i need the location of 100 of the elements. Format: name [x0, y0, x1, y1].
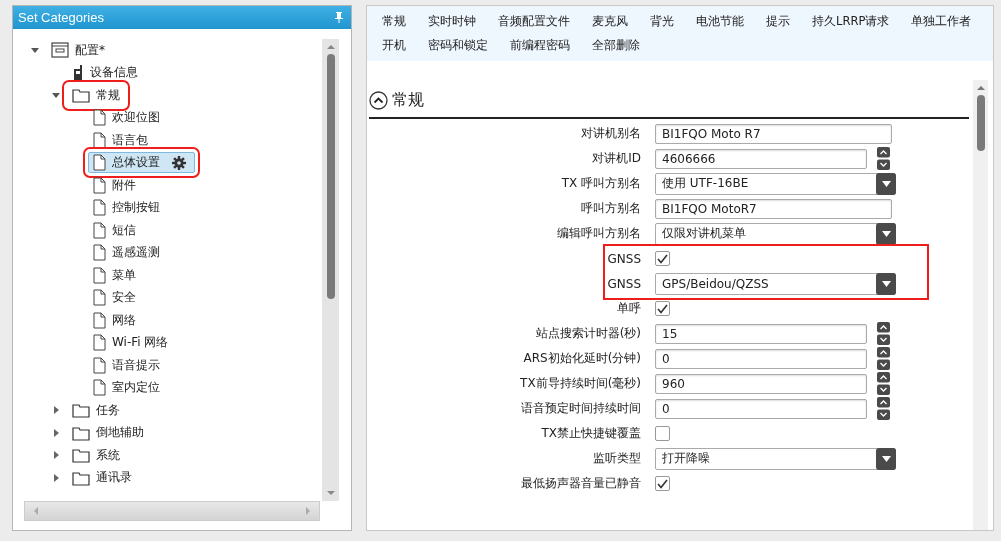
scroll-thumb[interactable] — [976, 95, 985, 151]
field-label: 最低扬声器音量已静音 — [520, 475, 642, 492]
dropdown[interactable]: GPS/Beidou/QZSS — [655, 272, 896, 295]
section-title: 常规 — [392, 90, 424, 111]
folder-icon — [72, 87, 90, 104]
document-icon — [93, 199, 106, 217]
tree-item[interactable]: 网络 — [88, 309, 141, 331]
settings-icon[interactable] — [172, 155, 186, 170]
archive-box-icon — [51, 42, 69, 59]
tab[interactable]: 提示 — [765, 13, 791, 29]
checkbox[interactable] — [655, 251, 670, 266]
field-label: TX 呼叫方别名 — [560, 175, 642, 192]
dropdown[interactable]: 打开降噪 — [655, 447, 896, 470]
spinner-icon[interactable] — [877, 372, 890, 395]
spinner-icon[interactable] — [877, 347, 890, 370]
tab[interactable]: 音频配置文件 — [497, 13, 571, 29]
tab[interactable]: 密码和锁定 — [427, 37, 489, 53]
tree-item[interactable]: Wi-Fi 网络 — [88, 332, 174, 354]
field-label: 站点搜索计时器(秒) — [534, 325, 642, 342]
dropdown[interactable]: 使用 UTF-16BE — [655, 172, 896, 195]
scroll-up-icon[interactable] — [975, 85, 986, 91]
field-label: 监听类型 — [592, 450, 642, 467]
expand-arrow-icon[interactable] — [51, 427, 61, 438]
document-icon — [93, 266, 106, 284]
spinner-icon[interactable] — [877, 397, 890, 420]
tree-item[interactable]: 控制按钮 — [88, 197, 165, 219]
expand-arrow-icon[interactable] — [51, 450, 61, 461]
tab[interactable]: 常规 — [381, 13, 407, 29]
spinner-icon[interactable] — [877, 322, 890, 345]
pin-icon[interactable] — [335, 12, 343, 23]
tab[interactable]: 全部删除 — [591, 37, 641, 53]
tree-item[interactable]: 室内定位 — [88, 377, 165, 399]
tree-item[interactable]: 任务 — [67, 399, 125, 421]
tree-item[interactable]: 倒地辅助 — [67, 422, 149, 444]
field-label: 对讲机别名 — [580, 125, 642, 142]
dropdown-arrow-icon — [881, 230, 891, 237]
field-label: TX前导持续时间(毫秒) — [519, 375, 642, 392]
tree-item[interactable]: 短信 — [88, 219, 141, 241]
tree-item[interactable]: 设备信息 — [67, 62, 143, 84]
scroll-down-icon[interactable] — [325, 490, 336, 496]
text-field[interactable]: BI1FQO MotoR7 — [655, 198, 892, 219]
tab[interactable]: 持久LRRP请求 — [811, 13, 891, 29]
tab[interactable]: 前编程密码 — [509, 37, 571, 53]
tree-item[interactable]: 系统 — [67, 444, 125, 466]
tab[interactable]: 麦克风 — [591, 13, 629, 29]
tree-item[interactable]: 附件 — [88, 174, 141, 196]
field-label: ARS初始化延时(分钟) — [522, 350, 642, 367]
field-label: 对讲机ID — [591, 150, 642, 167]
number-field[interactable]: 960 — [655, 373, 867, 394]
tree-item[interactable]: 菜单 — [88, 264, 141, 286]
document-icon — [93, 244, 106, 262]
document-icon — [93, 131, 106, 149]
folder-icon — [72, 424, 90, 441]
tree-item[interactable]: 常规 — [67, 84, 125, 106]
vertical-scrollbar[interactable] — [322, 39, 339, 501]
dropdown-arrow-icon — [881, 180, 891, 187]
document-icon — [93, 221, 106, 239]
number-field[interactable]: 15 — [655, 323, 867, 344]
panel-title: Set Categories — [18, 10, 104, 25]
field-label: GNSS — [606, 251, 642, 266]
tab[interactable]: 单独工作者 — [910, 13, 973, 29]
tab[interactable]: 实时时钟 — [427, 13, 477, 29]
tab[interactable]: 背光 — [649, 13, 675, 29]
document-icon — [93, 311, 106, 329]
field-label: TX禁止快捷键覆盖 — [540, 425, 642, 442]
tree-item[interactable]: 配置* — [46, 39, 110, 61]
document-icon — [93, 334, 106, 352]
scroll-up-icon[interactable] — [325, 44, 336, 50]
checkbox[interactable] — [655, 476, 670, 491]
number-field[interactable]: 0 — [655, 348, 867, 369]
spinner-icon[interactable] — [877, 147, 890, 170]
tree-item[interactable]: 语音提示 — [88, 354, 165, 376]
tree-item[interactable]: 遥感遥测 — [88, 242, 165, 264]
tree-item[interactable]: 通讯录 — [67, 467, 137, 489]
expand-arrow-icon[interactable] — [51, 472, 61, 483]
vertical-scrollbar[interactable] — [973, 80, 988, 530]
tree-item[interactable]: 安全 — [88, 287, 141, 309]
document-icon — [93, 154, 106, 172]
tab[interactable]: 开机 — [381, 37, 407, 53]
dropdown[interactable]: 仅限对讲机菜单 — [655, 222, 896, 245]
checkbox[interactable] — [655, 301, 670, 316]
checkbox[interactable] — [655, 426, 670, 441]
document-icon — [93, 379, 106, 397]
document-icon — [93, 289, 106, 307]
text-field[interactable]: BI1FQO Moto R7 — [655, 123, 892, 144]
document-icon — [93, 109, 106, 127]
folder-icon — [72, 402, 90, 419]
number-field[interactable]: 4606666 — [655, 148, 867, 169]
tree-item[interactable]: 语言包 — [88, 129, 153, 151]
field-label: 语音预定时间持续时间 — [520, 400, 642, 417]
dropdown-arrow-icon — [881, 280, 891, 287]
scroll-thumb[interactable] — [326, 54, 335, 299]
document-icon — [93, 176, 106, 194]
expand-arrow-icon[interactable] — [51, 405, 61, 416]
tab[interactable]: 电池节能 — [695, 13, 745, 29]
collapse-icon[interactable] — [369, 91, 388, 110]
number-field[interactable]: 0 — [655, 398, 867, 419]
tree-item[interactable]: 欢迎位图 — [88, 107, 165, 129]
field-label: 呼叫方别名 — [580, 200, 642, 217]
field-label: 编辑呼叫方别名 — [556, 225, 642, 242]
